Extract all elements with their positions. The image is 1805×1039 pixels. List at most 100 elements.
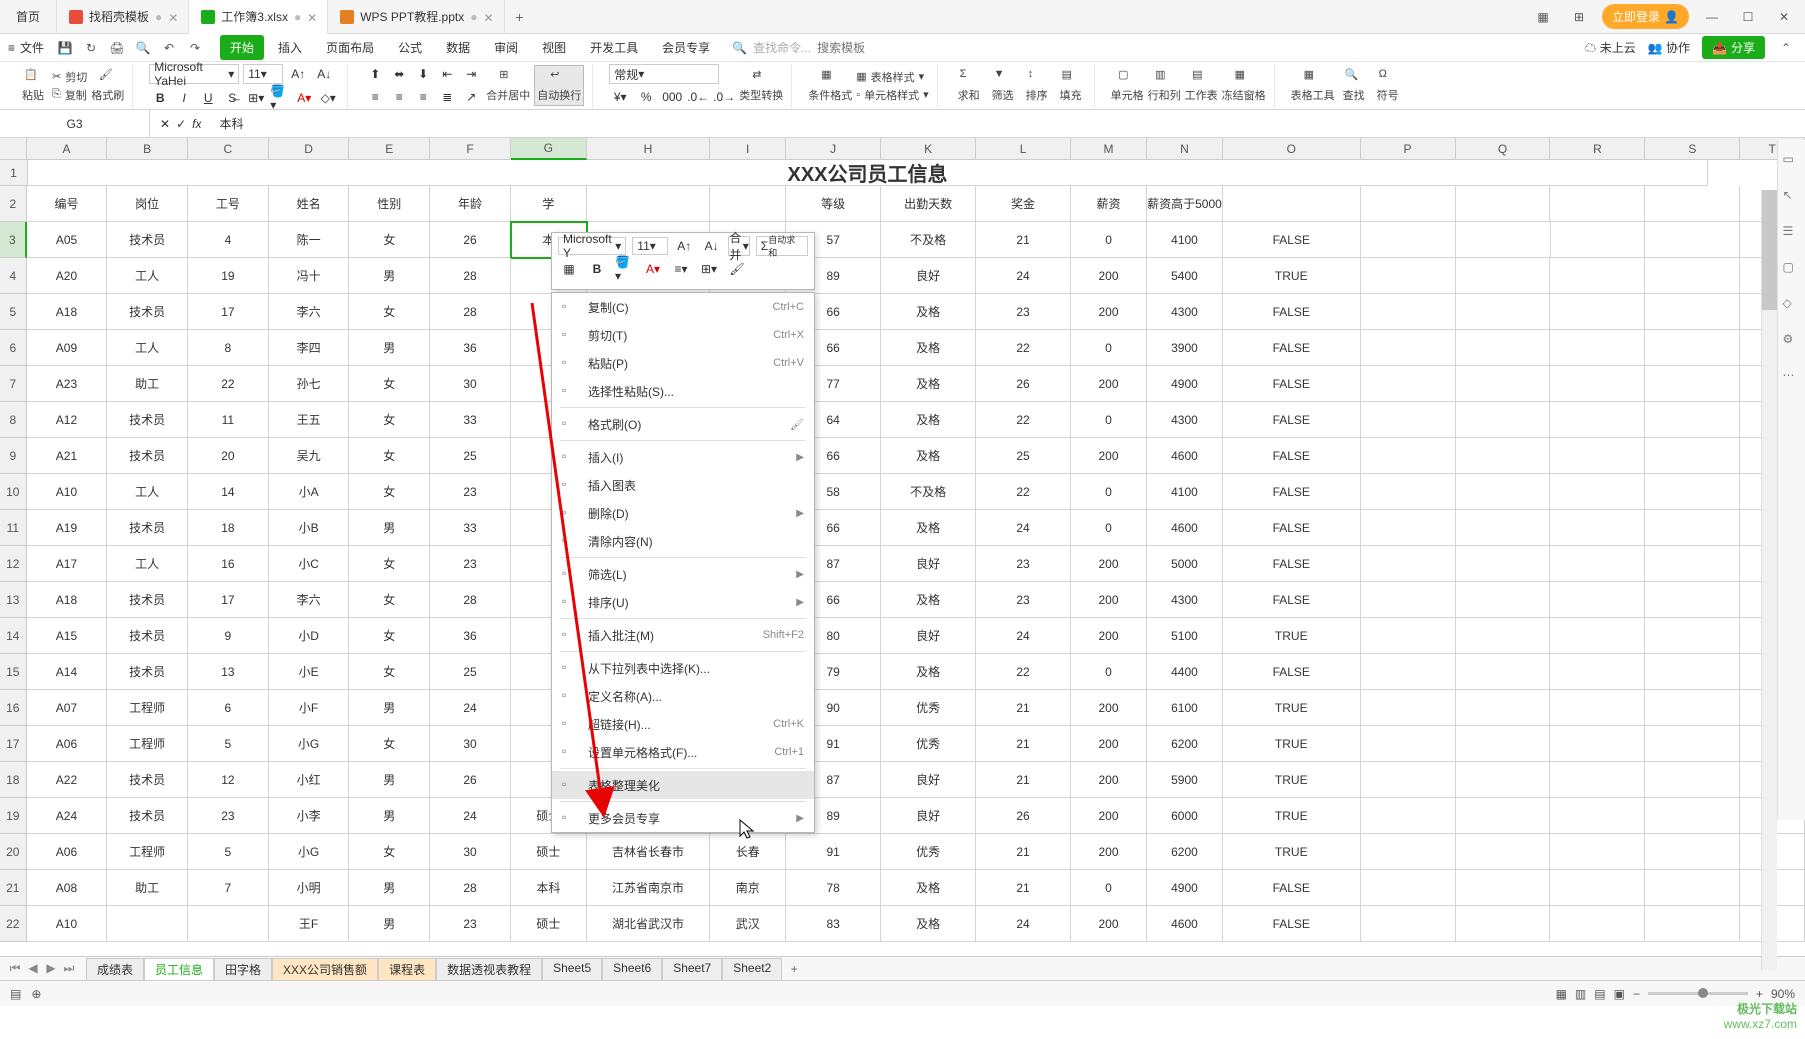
cell-D22[interactable]: 王F (269, 906, 350, 942)
cell-L15[interactable]: 22 (976, 654, 1071, 690)
cell-K14[interactable]: 良好 (881, 618, 976, 654)
row-header-20[interactable]: 20 (0, 834, 27, 870)
cell-L21[interactable]: 21 (976, 870, 1071, 906)
cell-Q11[interactable] (1456, 510, 1551, 546)
cell-E14[interactable]: 女 (349, 618, 430, 654)
cell-J22[interactable]: 83 (786, 906, 881, 942)
cell-E4[interactable]: 男 (349, 258, 430, 294)
sheet-tab-4[interactable]: 课程表 (378, 958, 436, 980)
cell-Q17[interactable] (1456, 726, 1551, 762)
col-header-B[interactable]: B (107, 138, 188, 160)
cell-A22[interactable]: A10 (27, 906, 108, 942)
mini-font-name[interactable]: Microsoft Y▾ (558, 237, 626, 255)
cell-R3[interactable] (1551, 222, 1646, 258)
cell-R11[interactable] (1550, 510, 1645, 546)
cell-S19[interactable] (1645, 798, 1740, 834)
share-button[interactable]: 📤 分享 (1702, 36, 1765, 59)
cell-A3[interactable]: A05 (27, 222, 108, 258)
cell-P3[interactable] (1361, 222, 1456, 258)
col-header-M[interactable]: M (1071, 138, 1147, 160)
cell-D17[interactable]: 小G (269, 726, 350, 762)
doc-tab-1[interactable]: 工作簿3.xlsx●✕ (189, 0, 328, 34)
cell-R18[interactable] (1550, 762, 1645, 798)
cell-F12[interactable]: 23 (430, 546, 511, 582)
sheet-tab-1[interactable]: 员工信息 (144, 958, 214, 980)
cell-P21[interactable] (1361, 870, 1456, 906)
cell-Q5[interactable] (1456, 294, 1551, 330)
cell-D4[interactable]: 冯十 (269, 258, 350, 294)
mini-format-cell-icon[interactable]: ▦ (558, 259, 580, 279)
justify-icon[interactable]: ≣ (436, 87, 458, 107)
align-bot-icon[interactable]: ⬇ (412, 64, 434, 84)
ctx-item-paste[interactable]: ▫粘贴(P)Ctrl+V (552, 349, 814, 377)
cell-N20[interactable]: 6200 (1147, 834, 1223, 870)
cell-D5[interactable]: 李六 (269, 294, 350, 330)
cell-A15[interactable]: A14 (27, 654, 108, 690)
cell-Q4[interactable] (1456, 258, 1551, 294)
tab-pin-icon[interactable]: ● (470, 10, 477, 24)
cell-H20[interactable]: 吉林省长春市 (587, 834, 710, 870)
cell-E22[interactable]: 男 (349, 906, 430, 942)
cell-C14[interactable]: 9 (188, 618, 269, 654)
cell-M5[interactable]: 200 (1071, 294, 1147, 330)
cell-G2[interactable]: 学 (511, 186, 587, 222)
cell-R12[interactable] (1550, 546, 1645, 582)
cell-B16[interactable]: 工程师 (107, 690, 188, 726)
cell-F4[interactable]: 28 (430, 258, 511, 294)
font-color-button[interactable]: A▾ (293, 88, 315, 108)
row-header-9[interactable]: 9 (0, 438, 27, 474)
cell-K11[interactable]: 及格 (881, 510, 976, 546)
ribbon-tab-视图[interactable]: 视图 (532, 35, 576, 60)
cell-L5[interactable]: 23 (976, 294, 1071, 330)
row-header-1[interactable]: 1 (0, 160, 28, 186)
cell-O5[interactable]: FALSE (1223, 294, 1361, 330)
cell-C18[interactable]: 12 (188, 762, 269, 798)
col-header-I[interactable]: I (710, 138, 786, 160)
cell-B10[interactable]: 工人 (107, 474, 188, 510)
inc-dec-icon[interactable]: .0← (687, 87, 709, 107)
refresh-icon[interactable]: ↻ (82, 39, 100, 57)
cell-F7[interactable]: 30 (430, 366, 511, 402)
cell-A12[interactable]: A17 (27, 546, 108, 582)
accept-formula-icon[interactable]: ✓ (176, 117, 186, 131)
cell-C2[interactable]: 工号 (188, 186, 269, 222)
cell-C13[interactable]: 17 (188, 582, 269, 618)
cell-L8[interactable]: 22 (976, 402, 1071, 438)
status-assist-icon[interactable]: ⊕ (31, 987, 41, 1001)
strike-button[interactable]: S̶ (221, 88, 243, 108)
cell-H2[interactable] (587, 186, 710, 222)
file-menu[interactable]: ≡ 文件 (8, 39, 44, 56)
cell-S17[interactable] (1645, 726, 1740, 762)
home-tab[interactable]: 首页 (0, 0, 57, 34)
cell-style-button[interactable]: ▫ 单元格样式▾ (856, 87, 928, 103)
cell-K17[interactable]: 优秀 (881, 726, 976, 762)
cell-A14[interactable]: A15 (27, 618, 108, 654)
grid-body[interactable]: 1XXX公司员工信息2编号岗位工号姓名性别年龄学等级出勤天数奖金薪资薪资高于50… (0, 160, 1805, 942)
cell-P15[interactable] (1361, 654, 1456, 690)
ctx-item-clear[interactable]: ▫清除内容(N) (552, 527, 814, 555)
mini-bold-icon[interactable]: B (586, 259, 608, 279)
mini-merge-button[interactable]: 合并▾ (728, 236, 749, 256)
zoom-slider[interactable] (1648, 992, 1748, 995)
cell-B2[interactable]: 岗位 (107, 186, 188, 222)
ribbon-tab-数据[interactable]: 数据 (436, 35, 480, 60)
mini-font-size[interactable]: 11▾ (632, 237, 667, 255)
cell-O11[interactable]: FALSE (1223, 510, 1361, 546)
cell-R16[interactable] (1550, 690, 1645, 726)
cell-E17[interactable]: 女 (349, 726, 430, 762)
cell-M3[interactable]: 0 (1071, 222, 1147, 258)
align-right-icon[interactable]: ≡ (412, 87, 434, 107)
cell-K20[interactable]: 优秀 (881, 834, 976, 870)
side-settings-icon[interactable]: ⚙ (1783, 332, 1801, 350)
cell-P22[interactable] (1361, 906, 1456, 942)
orient-icon[interactable]: ↗ (460, 87, 482, 107)
underline-button[interactable]: U (197, 88, 219, 108)
cell-P20[interactable] (1361, 834, 1456, 870)
cell-N21[interactable]: 4900 (1147, 870, 1223, 906)
cell-S21[interactable] (1645, 870, 1740, 906)
row-header-6[interactable]: 6 (0, 330, 27, 366)
cell-S14[interactable] (1645, 618, 1740, 654)
cell-A18[interactable]: A22 (27, 762, 108, 798)
login-button[interactable]: 立即登录👤 (1602, 4, 1689, 29)
vertical-scrollbar[interactable] (1761, 190, 1777, 970)
